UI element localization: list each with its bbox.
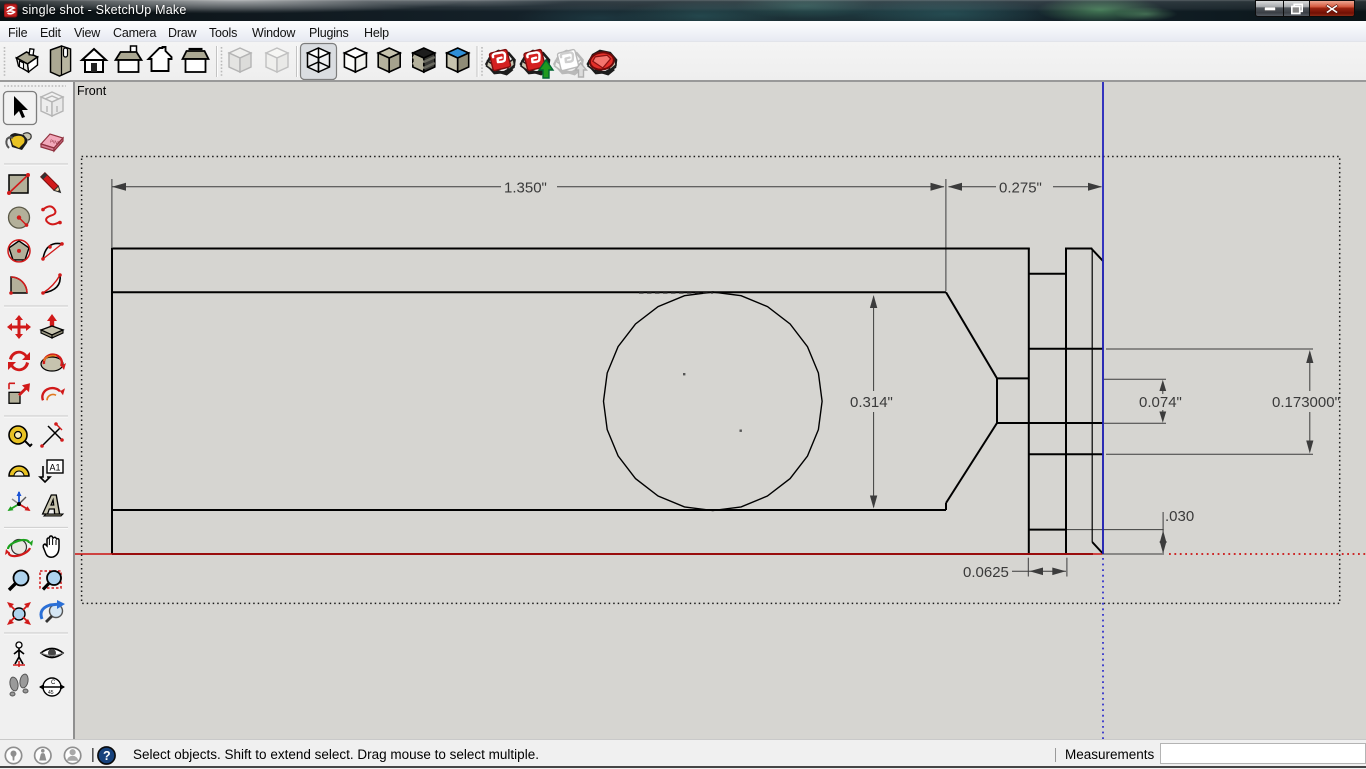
svg-text:?: ?: [103, 749, 111, 763]
svg-text:.030: .030: [1165, 508, 1194, 525]
svg-text:0.173000": 0.173000": [1272, 394, 1340, 411]
svg-text:0.314": 0.314": [850, 394, 893, 411]
svg-text:1.350": 1.350": [504, 180, 547, 197]
svg-text:C: C: [51, 680, 56, 686]
svg-text:A1: A1: [50, 463, 61, 473]
svg-text:0.0625: 0.0625: [963, 564, 1009, 581]
svg-text:0.275": 0.275": [999, 180, 1042, 197]
svg-text:Front: Front: [77, 84, 107, 98]
svg-text:0.074": 0.074": [1139, 394, 1182, 411]
svg-text:45: 45: [48, 690, 54, 696]
